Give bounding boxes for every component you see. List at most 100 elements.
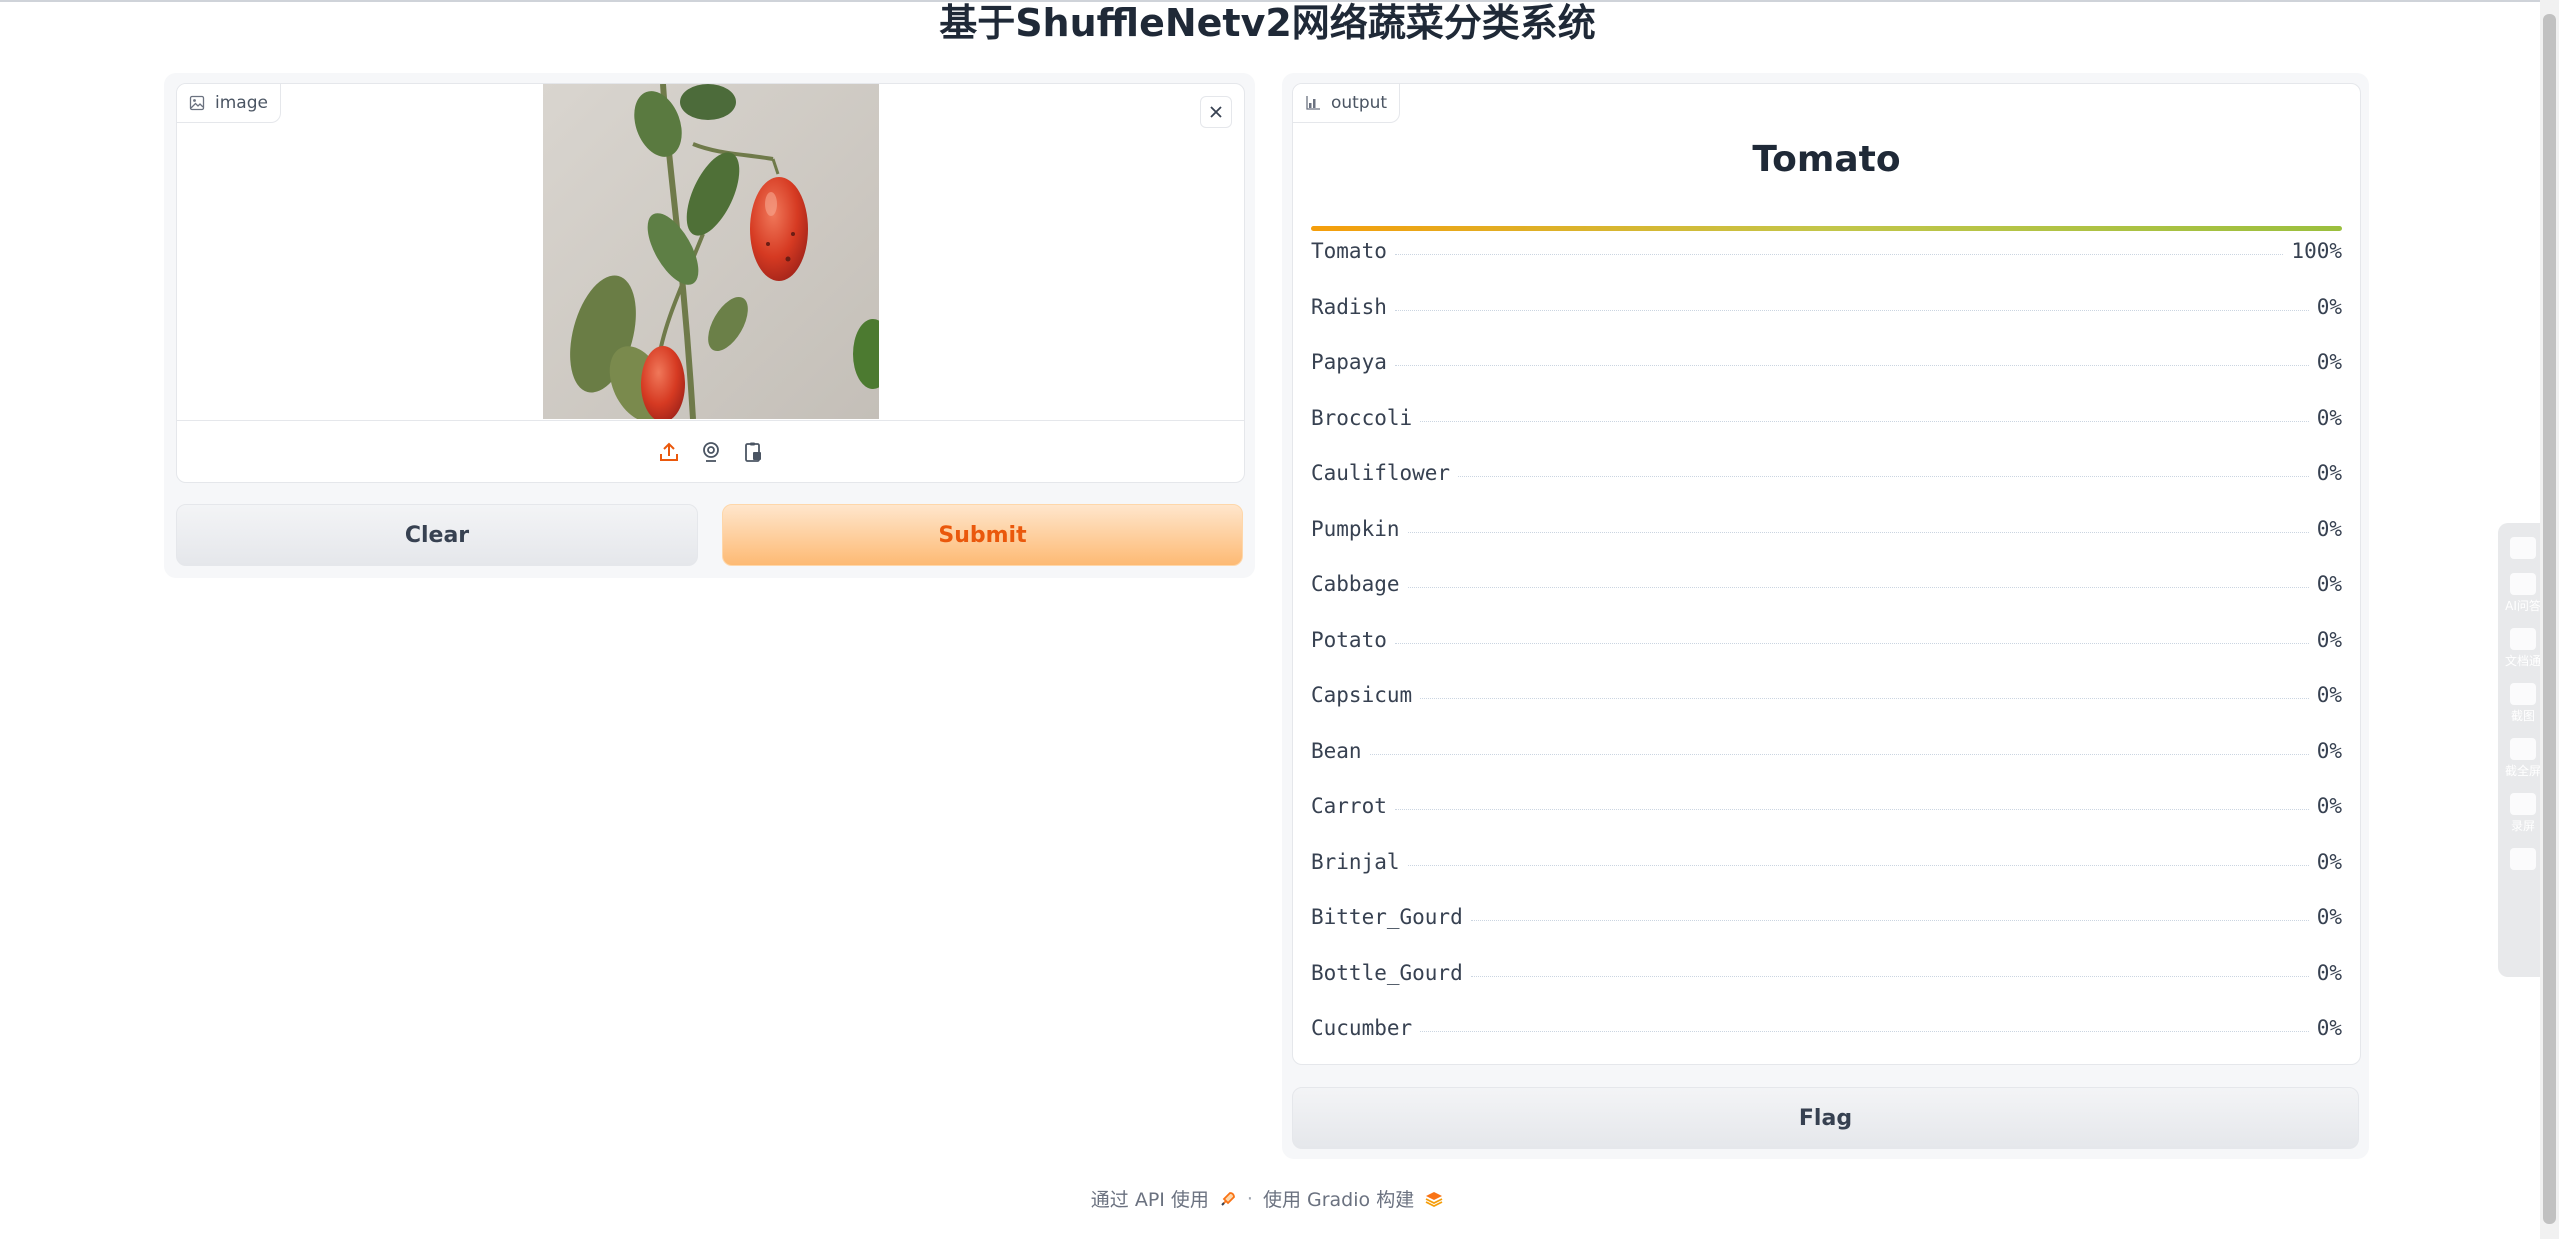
video-icon <box>2510 793 2536 815</box>
webcam-icon <box>702 442 719 462</box>
image-input-panel[interactable]: image <box>176 83 1245 483</box>
top-confidence-fill <box>1311 226 2342 231</box>
confidence-label: Cauliflower <box>1311 460 1459 486</box>
ai-qa-tool[interactable]: AI问答 <box>2505 573 2541 614</box>
upload-icon <box>659 442 678 461</box>
submit-button[interactable]: Submit <box>722 504 1243 566</box>
confidence-label: Potato <box>1311 626 1395 653</box>
output-label-text: output <box>1331 93 1388 113</box>
confidence-value: 0% <box>2308 626 2342 653</box>
bar-chart-icon <box>1306 96 1320 110</box>
fullscreen-shot-tool[interactable]: 截全屏 <box>2505 738 2541 779</box>
close-icon <box>1210 106 1222 118</box>
tomato-plant-photo <box>543 84 879 419</box>
gear-icon <box>2510 848 2536 870</box>
dotted-leader <box>1420 682 2309 699</box>
dotted-leader <box>1470 904 2309 921</box>
label-output-panel: output Tomato Tomato 100% Radish 0% Papaya 0%… <box>1292 83 2361 1065</box>
footer: 通过 API 使用 · 使用 Gradio 构建 <box>0 1185 2535 1212</box>
confidence-value: 0% <box>2308 571 2342 597</box>
confidence-row: Bottle_Gourd 0% <box>1311 959 2342 1016</box>
webcam-source-button[interactable] <box>699 440 723 464</box>
rocket-icon <box>1221 1191 1235 1206</box>
confidence-value: 0% <box>2308 959 2342 986</box>
gradio-link[interactable]: 使用 Gradio 构建 <box>1263 1185 1414 1212</box>
dotted-leader <box>1394 238 2284 255</box>
confidence-row: Broccoli 0% <box>1311 404 2342 461</box>
dotted-leader <box>1458 460 2309 477</box>
confidence-value: 0% <box>2308 737 2342 764</box>
confidence-value: 0% <box>2308 515 2342 542</box>
confidence-row: Bean 0% <box>1311 737 2342 794</box>
confidence-label: Bitter_Gourd <box>1311 904 1471 930</box>
clipboard-source-button[interactable] <box>741 440 765 464</box>
confidence-row: Brinjal 0% <box>1311 848 2342 905</box>
confidence-label: Carrot <box>1311 793 1395 819</box>
image-label-text: image <box>215 93 268 113</box>
footer-separator: · <box>1246 1187 1253 1210</box>
confidence-value: 0% <box>2308 349 2342 375</box>
confidence-row: Cabbage 0% <box>1311 571 2342 627</box>
dotted-leader <box>1407 516 2309 533</box>
uploaded-image-preview <box>543 84 879 419</box>
confidence-row: Pumpkin 0% <box>1311 515 2342 572</box>
confidence-label: Pumpkin <box>1311 515 1408 542</box>
dotted-leader <box>1394 349 2309 366</box>
confidence-value: 0% <box>2308 904 2342 930</box>
record-tool[interactable]: 录屏 <box>2510 793 2536 834</box>
remove-image-button[interactable] <box>1200 96 1232 128</box>
api-link[interactable]: 通过 API 使用 <box>1091 1185 1209 1212</box>
dotted-leader <box>1420 1015 2309 1032</box>
confidence-value: 0% <box>2308 848 2342 875</box>
scrollbar-thumb[interactable] <box>2543 14 2556 1224</box>
clear-button[interactable]: Clear <box>176 504 698 566</box>
settings-tool[interactable] <box>2510 848 2536 870</box>
dotted-leader <box>1420 405 2309 422</box>
confidence-label: Papaya <box>1311 349 1395 375</box>
page-title: 基于ShuffleNetv2网络蔬菜分类系统 <box>939 1 1596 45</box>
dotted-leader <box>1407 571 2309 588</box>
document-icon <box>2509 628 2536 650</box>
camera-icon <box>2510 683 2536 705</box>
dotted-leader <box>1470 960 2309 977</box>
top-confidence-bar <box>1311 226 2342 231</box>
image-icon <box>189 95 205 111</box>
screenshot-tool[interactable]: 截图 <box>2510 683 2536 724</box>
dotted-leader <box>1394 294 2309 311</box>
confidence-label: Bottle_Gourd <box>1311 959 1471 986</box>
image-label-tag: image <box>177 84 281 123</box>
confidence-value: 0% <box>2308 460 2342 486</box>
confidence-label: Tomato <box>1311 238 1395 264</box>
heart-icon <box>2510 537 2536 559</box>
page-scrollbar[interactable] <box>2540 0 2559 1239</box>
confidence-label: Radish <box>1311 293 1395 320</box>
upload-source-button[interactable] <box>657 440 681 464</box>
doc-label: 文档通 <box>2504 654 2541 668</box>
confidence-label: Bean <box>1311 737 1370 764</box>
dotted-leader <box>1394 627 2309 644</box>
doc-tool[interactable]: 文档通 <box>2505 628 2541 669</box>
confidence-row: Radish 0% <box>1311 293 2342 350</box>
confidence-label: Capsicum <box>1311 682 1421 708</box>
flag-button[interactable]: Flag <box>1292 1087 2359 1149</box>
confidence-row: Cucumber 0% <box>1311 1015 2342 1064</box>
confidence-value: 0% <box>2308 793 2342 819</box>
confidence-label: Broccoli <box>1311 404 1421 431</box>
confidence-row: Cauliflower 0% <box>1311 460 2342 516</box>
confidence-row: Tomato 100% <box>1311 238 2342 294</box>
confidence-row: Bitter_Gourd 0% <box>1311 904 2342 960</box>
dotted-leader <box>1369 738 2309 755</box>
ai-qa-label: AI问答 <box>2505 599 2541 613</box>
ai-icon <box>2510 573 2536 595</box>
confidence-row: Capsicum 0% <box>1311 682 2342 738</box>
confidence-value: 0% <box>2308 1015 2342 1041</box>
confidence-row: Carrot 0% <box>1311 793 2342 849</box>
heart-tool[interactable] <box>2510 537 2536 559</box>
screenshot-label: 截图 <box>2510 709 2535 723</box>
confidence-value: 0% <box>2308 293 2342 320</box>
confidence-label: Cabbage <box>1311 571 1408 597</box>
gradio-logo-icon <box>1425 1191 1443 1207</box>
confidence-value: 0% <box>2308 682 2342 708</box>
fullscreen-shot-label: 截全屏 <box>2504 764 2541 778</box>
confidence-row: Potato 0% <box>1311 626 2342 683</box>
